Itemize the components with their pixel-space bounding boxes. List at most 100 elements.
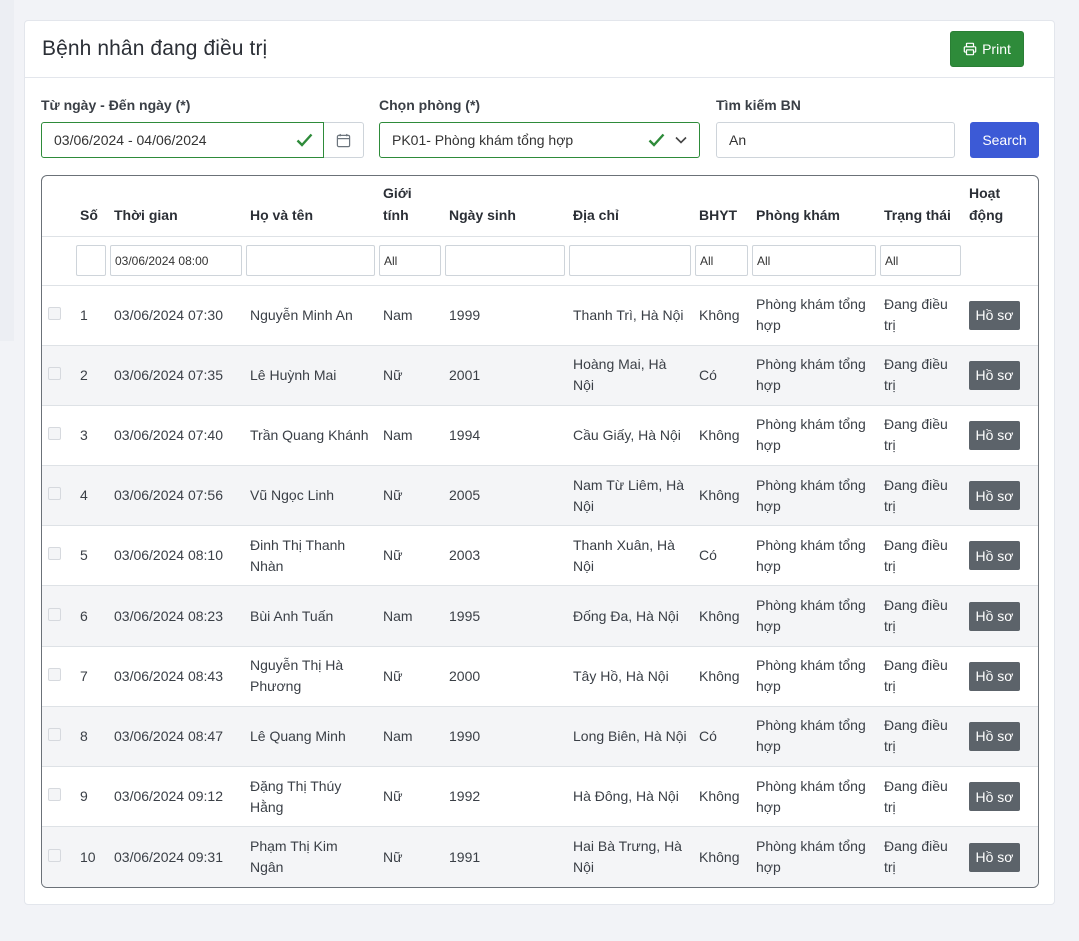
record-button[interactable]: Hồ sơ	[969, 420, 1020, 450]
table-row[interactable]: 7 03/06/2024 08:43 Nguyễn Thị Hà Phương …	[42, 646, 1038, 707]
cell-time: 03/06/2024 07:56	[108, 465, 244, 527]
cell-address: Hoàng Mai, Hà Nội	[567, 345, 693, 406]
table-row[interactable]: 8 03/06/2024 08:47 Lê Quang Minh Nam 199…	[42, 706, 1038, 768]
row-checkbox[interactable]	[48, 487, 61, 501]
card-header: Bệnh nhân đang điều trị Print	[25, 21, 1054, 78]
column-filter-row	[42, 236, 1038, 286]
row-checkbox[interactable]	[48, 848, 61, 862]
printer-icon	[963, 42, 977, 56]
date-range-value: 03/06/2024 - 04/06/2024	[54, 132, 207, 148]
cell-no: 6	[74, 585, 108, 647]
cell-no: 9	[74, 766, 108, 828]
record-button[interactable]: Hồ sơ	[969, 842, 1020, 872]
chevron-down-icon	[675, 136, 687, 144]
table-row[interactable]: 4 03/06/2024 07:56 Vũ Ngọc Linh Nữ 2005 …	[42, 465, 1038, 527]
date-range-input[interactable]: 03/06/2024 - 04/06/2024	[41, 122, 324, 158]
cell-status: Đang điều trị	[878, 585, 963, 647]
table-row[interactable]: 3 03/06/2024 07:40 Trần Quang Khánh Nam …	[42, 405, 1038, 467]
col-header-time: Thời gian	[108, 176, 244, 237]
cell-no: 7	[74, 646, 108, 707]
filter-time-input[interactable]	[110, 245, 242, 276]
cell-name: Lê Quang Minh	[244, 706, 377, 768]
row-checkbox[interactable]	[48, 667, 61, 681]
col-header-gender: Giới tính	[377, 176, 443, 237]
col-header-name: Họ và tên	[244, 176, 377, 237]
table-row[interactable]: 9 03/06/2024 09:12 Đặng Thị Thúy Hằng Nữ…	[42, 766, 1038, 828]
cell-no: 3	[74, 405, 108, 467]
col-header-dob: Ngày sinh	[443, 176, 567, 237]
cell-no: 8	[74, 706, 108, 768]
cell-status: Đang điều trị	[878, 706, 963, 768]
row-checkbox[interactable]	[48, 788, 61, 802]
record-button[interactable]: Hồ sơ	[969, 541, 1020, 571]
filter-address-input[interactable]	[569, 245, 691, 276]
cell-no: 1	[74, 285, 108, 346]
table-row[interactable]: 6 03/06/2024 08:23 Bùi Anh Tuấn Nam 1995…	[42, 585, 1038, 647]
record-button[interactable]: Hồ sơ	[969, 481, 1020, 511]
patients-table-container: Số Thời gian Họ và tên Giới tính Ngày si…	[41, 175, 1039, 888]
cell-address: Cầu Giấy, Hà Nội	[567, 405, 693, 467]
cell-bhyt: Không	[693, 826, 750, 887]
patients-table-body: 1 03/06/2024 07:30 Nguyễn Minh An Nam 19…	[42, 285, 1038, 887]
cell-time: 03/06/2024 08:47	[108, 706, 244, 768]
col-header-action: Hoạt động	[963, 176, 1038, 237]
table-row[interactable]: 10 03/06/2024 09:31 Phạm Thị Kim Ngân Nữ…	[42, 826, 1038, 887]
record-button[interactable]: Hồ sơ	[969, 601, 1020, 631]
record-button[interactable]: Hồ sơ	[969, 721, 1020, 751]
record-button[interactable]: Hồ sơ	[969, 661, 1020, 691]
filter-bhyt-input[interactable]	[695, 245, 748, 276]
cell-gender: Nữ	[377, 766, 443, 828]
table-row[interactable]: 2 03/06/2024 07:35 Lê Huỳnh Mai Nữ 2001 …	[42, 345, 1038, 406]
cell-clinic: Phòng khám tổng hợp	[750, 585, 878, 647]
cell-bhyt: Không	[693, 766, 750, 828]
cell-bhyt: Không	[693, 405, 750, 467]
table-row[interactable]: 1 03/06/2024 07:30 Nguyễn Minh An Nam 19…	[42, 285, 1038, 346]
filter-dob-input[interactable]	[445, 245, 565, 276]
filter-clinic-input[interactable]	[752, 245, 876, 276]
cell-gender: Nam	[377, 585, 443, 647]
col-header-clinic: Phòng khám	[750, 176, 878, 237]
record-button[interactable]: Hồ sơ	[969, 782, 1020, 812]
search-button[interactable]: Search	[970, 122, 1039, 158]
room-select[interactable]: PK01- Phòng khám tổng hợp	[379, 122, 700, 158]
row-checkbox[interactable]	[48, 547, 61, 561]
row-checkbox[interactable]	[48, 426, 61, 440]
filter-bar: Từ ngày - Đến ngày (*) Chọn phòng (*) Tì…	[25, 78, 1054, 176]
filter-status-input[interactable]	[880, 245, 961, 276]
col-header-bhyt: BHYT	[693, 176, 750, 237]
patients-card: Bệnh nhân đang điều trị Print Từ ngày - …	[24, 20, 1055, 905]
cell-time: 03/06/2024 08:10	[108, 525, 244, 587]
filter-gender-input[interactable]	[379, 245, 441, 276]
cell-status: Đang điều trị	[878, 525, 963, 587]
record-button[interactable]: Hồ sơ	[969, 360, 1020, 390]
calendar-button[interactable]	[324, 122, 364, 158]
cell-time: 03/06/2024 08:23	[108, 585, 244, 647]
row-checkbox[interactable]	[48, 306, 61, 320]
cell-time: 03/06/2024 07:40	[108, 405, 244, 467]
row-checkbox[interactable]	[48, 366, 61, 380]
row-checkbox[interactable]	[48, 727, 61, 741]
cell-address: Long Biên, Hà Nội	[567, 706, 693, 768]
cell-status: Đang điều trị	[878, 345, 963, 406]
cell-no: 2	[74, 345, 108, 406]
table-row[interactable]: 5 03/06/2024 08:10 Đinh Thị Thanh Nhàn N…	[42, 525, 1038, 587]
cell-gender: Nữ	[377, 345, 443, 406]
cell-name: Bùi Anh Tuấn	[244, 585, 377, 647]
cell-clinic: Phòng khám tổng hợp	[750, 285, 878, 346]
room-select-value: PK01- Phòng khám tổng hợp	[392, 132, 574, 148]
col-header-status: Trạng thái	[878, 176, 963, 237]
check-icon	[648, 133, 665, 147]
cell-dob: 1994	[443, 405, 567, 467]
print-button[interactable]: Print	[950, 31, 1024, 67]
row-checkbox[interactable]	[48, 607, 61, 621]
cell-bhyt: Không	[693, 646, 750, 707]
cell-clinic: Phòng khám tổng hợp	[750, 826, 878, 887]
cell-clinic: Phòng khám tổng hợp	[750, 465, 878, 527]
filter-no-input[interactable]	[76, 245, 106, 276]
patient-search-input[interactable]	[716, 122, 955, 158]
cell-clinic: Phòng khám tổng hợp	[750, 706, 878, 768]
filter-name-input[interactable]	[246, 245, 375, 276]
record-button[interactable]: Hồ sơ	[969, 300, 1020, 330]
cell-bhyt: Có	[693, 525, 750, 587]
cell-name: Nguyễn Minh An	[244, 285, 377, 346]
